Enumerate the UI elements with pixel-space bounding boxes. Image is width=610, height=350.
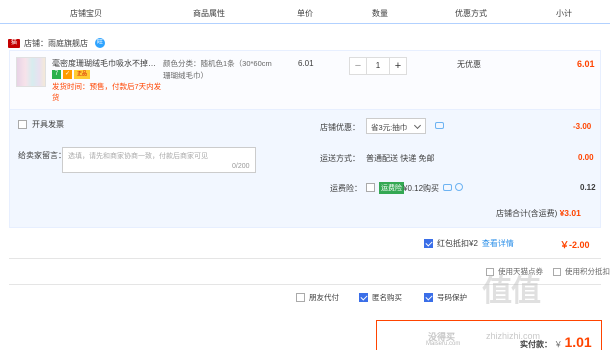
coupon-points-row: 使用天猫点券 使用积分抵扣 <box>486 266 610 277</box>
col-price-header: 单价 <box>297 9 313 18</box>
hongbao-details-link[interactable]: 查看详情 <box>482 238 514 249</box>
shipping-value: 0.00 <box>578 153 594 162</box>
tmall-points-checkbox[interactable] <box>486 267 494 276</box>
insurance-checkbox[interactable] <box>366 183 375 192</box>
shipping-label: 运送方式： <box>320 154 360 163</box>
coupon-select[interactable]: 省3元:抽巾 <box>366 118 426 134</box>
qty-minus-button[interactable]: − <box>349 57 367 75</box>
message-placeholder: 选填，请先和商家协商一致，付款后商家可见 <box>68 153 208 160</box>
help-icon[interactable] <box>455 183 463 191</box>
store-total-label: 店铺合计(含运费) <box>496 209 558 218</box>
anon-buy-label: 匿名购买 <box>372 293 402 302</box>
shipping-time-note: 发货时间：预售，付款后7天内发货 <box>52 82 162 102</box>
qty-plus-button[interactable]: + <box>389 57 407 75</box>
payment-label: 实付款： <box>520 340 552 349</box>
col-attr-header: 商品属性 <box>193 9 225 18</box>
store-name[interactable]: 店铺：雨庭旗舰店 <box>24 38 88 49</box>
points-deduct-checkbox[interactable] <box>553 267 561 276</box>
friend-pay-label: 朋友代付 <box>309 293 339 302</box>
store-total: 店铺合计(含运费) ¥3.01 <box>496 208 581 219</box>
anon-buy-option: 匿名购买 <box>359 292 402 303</box>
col-item-header: 店铺宝贝 <box>70 9 102 18</box>
insurance-tag: 运费险 <box>379 182 404 194</box>
coupon-value: -3.00 <box>573 122 592 131</box>
number-protect-option: 号码保护 <box>424 292 467 303</box>
shipping-method: 普通配送 快递 免邮 <box>366 154 435 163</box>
watermark-site: zhizhizhi.com <box>486 331 541 341</box>
divider <box>9 258 601 259</box>
message-label: 给卖家留言： <box>18 151 66 160</box>
hongbao-checkbox[interactable] <box>424 239 433 248</box>
hongbao-value: ￥-2.00 <box>560 240 590 250</box>
friend-pay-option: 朋友代付 <box>296 292 339 303</box>
store-total-value: ¥3.01 <box>559 208 581 218</box>
guarantee-icon: ✓ <box>63 70 72 79</box>
item-badges: 7 ✓ 正品 <box>52 70 90 79</box>
item-title[interactable]: 毫密度珊瑚绒毛巾吸水不掉毛割... <box>52 58 160 69</box>
payment-currency: ￥ <box>554 340 563 349</box>
item-attributes: 颜色分类：随机色1条（30*60cm珊瑚绒毛巾） <box>163 59 272 80</box>
invoice-label: 开具发票 <box>32 120 64 129</box>
insurance-price: ¥0.12购买 <box>403 184 440 193</box>
quantity-stepper: − 1 + <box>349 57 407 75</box>
item-price: 6.01 <box>298 59 314 68</box>
payment-amount: 1.01 <box>564 334 592 350</box>
seven-day-return-icon: 7 <box>52 70 61 79</box>
message-char-count: 0/200 <box>232 163 250 170</box>
number-protect-checkbox[interactable] <box>424 293 433 302</box>
tmall-points-label: 使用天猫点券 <box>498 267 543 276</box>
invoice-checkbox[interactable] <box>18 120 27 129</box>
insurance-info-icon[interactable] <box>443 184 452 191</box>
tmall-icon: 猫 <box>8 38 20 48</box>
watermark-sub: Maiseru.com <box>426 341 461 347</box>
qty-input[interactable]: 1 <box>367 57 389 75</box>
insurance-value: 0.12 <box>580 183 596 192</box>
col-qty-header: 数量 <box>372 9 388 18</box>
number-protect-label: 号码保护 <box>437 293 467 302</box>
item-thumbnail[interactable] <box>16 57 46 87</box>
authentic-icon: 正品 <box>74 70 90 79</box>
store-row: 猫 店铺：雨庭旗舰店 旺 <box>8 36 105 50</box>
coupon-info-icon[interactable] <box>435 122 444 129</box>
divider <box>9 284 601 285</box>
anon-buy-checkbox[interactable] <box>359 293 368 302</box>
hongbao-label: 红包抵扣¥2 <box>437 239 478 248</box>
item-promo: 无优惠 <box>457 60 481 69</box>
insurance-label: 运费险： <box>330 184 362 193</box>
wangwang-icon[interactable]: 旺 <box>95 38 105 48</box>
hongbao-row: 红包抵扣¥2 查看详情 <box>424 238 514 249</box>
item-subtotal: 6.01 <box>577 59 595 69</box>
coupon-label: 店铺优惠： <box>320 123 360 132</box>
col-subtotal-header: 小计 <box>556 9 572 18</box>
friend-pay-checkbox[interactable] <box>296 293 305 302</box>
invoice-row: 开具发票 <box>18 119 64 130</box>
points-deduct-label: 使用积分抵扣 <box>565 267 610 276</box>
col-promo-header: 优惠方式 <box>455 9 487 18</box>
table-header: 店铺宝贝 商品属性 单价 数量 优惠方式 小计 <box>0 0 610 24</box>
